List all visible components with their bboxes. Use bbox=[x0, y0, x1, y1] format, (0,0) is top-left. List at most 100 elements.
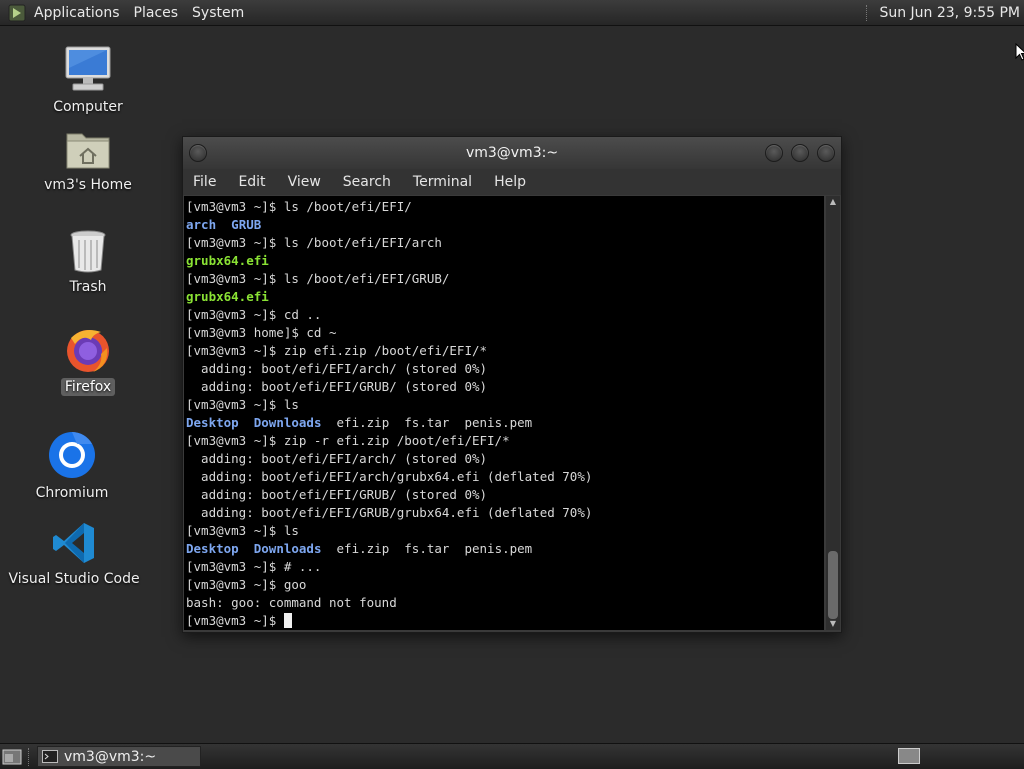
desktop-icon-label: Chromium bbox=[35, 485, 109, 501]
terminal-line: Desktop Downloads efi.zip fs.tar penis.p… bbox=[186, 540, 822, 558]
home-folder-icon bbox=[66, 133, 110, 169]
terminal-text-segment: [vm3@vm3 ~]$ ls bbox=[186, 397, 299, 412]
close-button[interactable] bbox=[817, 144, 835, 162]
menu-edit[interactable]: Edit bbox=[238, 174, 265, 190]
terminal-line: grubx64.efi bbox=[186, 252, 822, 270]
terminal-line: bash: goo: command not found bbox=[186, 594, 822, 612]
window-title: vm3@vm3:~ bbox=[465, 145, 559, 161]
menu-file[interactable]: File bbox=[193, 174, 216, 190]
terminal-line: adding: boot/efi/EFI/arch/ (stored 0%) bbox=[186, 360, 822, 378]
terminal-line: adding: boot/efi/EFI/GRUB/ (stored 0%) bbox=[186, 378, 822, 396]
scrollbar-thumb[interactable] bbox=[828, 551, 838, 619]
terminal-text: [vm3@vm3 ~]$ ls /boot/efi/EFI/arch GRUB[… bbox=[184, 196, 824, 630]
desktop-icon-firefox[interactable]: Firefox bbox=[28, 326, 148, 396]
directory-entry: arch bbox=[186, 217, 217, 232]
terminal-line: [vm3@vm3 ~]$ ls /boot/efi/EFI/ bbox=[186, 198, 822, 216]
desktop-icon-label: Computer bbox=[53, 99, 123, 115]
menu-search[interactable]: Search bbox=[343, 174, 391, 190]
terminal-text-segment: [vm3@vm3 ~]$ ls /boot/efi/EFI/arch bbox=[186, 235, 442, 250]
terminal-line: [vm3@vm3 ~]$ ls bbox=[186, 522, 822, 540]
terminal-line: [vm3@vm3 ~]$ cd .. bbox=[186, 306, 822, 324]
chromium-icon bbox=[49, 432, 95, 478]
terminal-text-segment: adding: boot/efi/EFI/GRUB/grubx64.efi (d… bbox=[186, 505, 593, 520]
terminal-text-segment: [vm3@vm3 ~]$ bbox=[186, 613, 284, 628]
terminal-text-segment: [vm3@vm3 ~]$ cd .. bbox=[186, 307, 322, 322]
terminal-text-segment: adding: boot/efi/EFI/GRUB/ (stored 0%) bbox=[186, 487, 488, 502]
desktop-icon-computer[interactable]: Computer bbox=[28, 44, 148, 116]
clock[interactable]: Sun Jun 23, 9:55 PM bbox=[879, 5, 1020, 21]
directory-entry: GRUB bbox=[231, 217, 262, 232]
maximize-button[interactable] bbox=[791, 144, 809, 162]
terminal-text-segment: efi.zip fs.tar penis.pem bbox=[321, 541, 533, 556]
scroll-down-arrow-icon[interactable]: ▼ bbox=[826, 618, 840, 630]
terminal-line: [vm3@vm3 ~]$ zip efi.zip /boot/efi/EFI/* bbox=[186, 342, 822, 360]
terminal-text-segment: [vm3@vm3 ~]$ # ... bbox=[186, 559, 322, 574]
terminal-line: adding: boot/efi/EFI/arch/grubx64.efi (d… bbox=[186, 468, 822, 486]
terminal-text-segment: adding: boot/efi/EFI/arch/ (stored 0%) bbox=[186, 361, 488, 376]
window-menubar: File Edit View Search Terminal Help bbox=[183, 169, 841, 195]
terminal-line: [vm3@vm3 ~]$ bbox=[186, 612, 822, 630]
computer-icon bbox=[65, 46, 111, 91]
terminal-text-segment: [vm3@vm3 ~]$ zip -r efi.zip /boot/efi/EF… bbox=[186, 433, 510, 448]
window-titlebar[interactable]: vm3@vm3:~ bbox=[183, 137, 841, 169]
terminal-text-segment: adding: boot/efi/EFI/arch/grubx64.efi (d… bbox=[186, 469, 593, 484]
desktop-icon-vscode[interactable]: Visual Studio Code bbox=[8, 520, 140, 588]
terminal-scrollbar[interactable]: ▲ ▼ bbox=[826, 196, 840, 630]
top-panel: Applications Places System Sun Jun 23, 9… bbox=[0, 0, 1024, 26]
taskbar-button-label: vm3@vm3:~ bbox=[64, 748, 157, 765]
terminal-window[interactable]: vm3@vm3:~ File Edit View Search Terminal… bbox=[182, 136, 842, 633]
terminal-cursor bbox=[283, 613, 292, 628]
terminal-line: [vm3@vm3 ~]$ zip -r efi.zip /boot/efi/EF… bbox=[186, 432, 822, 450]
desktop-icon-chromium[interactable]: Chromium bbox=[12, 430, 132, 502]
window-menu-button[interactable] bbox=[189, 144, 207, 162]
terminal-text-segment: [vm3@vm3 ~]$ zip efi.zip /boot/efi/EFI/* bbox=[186, 343, 488, 358]
workspace-switcher[interactable] bbox=[898, 748, 920, 764]
terminal-text-segment: adding: boot/efi/EFI/GRUB/ (stored 0%) bbox=[186, 379, 488, 394]
terminal-line: [vm3@vm3 home]$ cd ~ bbox=[186, 324, 822, 342]
menu-help[interactable]: Help bbox=[494, 174, 526, 190]
terminal-text-segment: [vm3@vm3 home]$ cd ~ bbox=[186, 325, 337, 340]
terminal-text-segment: [vm3@vm3 ~]$ ls /boot/efi/EFI/ bbox=[186, 199, 412, 214]
terminal-text-segment: [vm3@vm3 ~]$ ls bbox=[186, 523, 299, 538]
terminal-text-segment: efi.zip fs.tar penis.pem bbox=[321, 415, 533, 430]
trash-icon bbox=[70, 230, 106, 273]
terminal-line: [vm3@vm3 ~]$ goo bbox=[186, 576, 822, 594]
terminal-text-segment: [vm3@vm3 ~]$ goo bbox=[186, 577, 307, 592]
terminal-line: adding: boot/efi/EFI/GRUB/grubx64.efi (d… bbox=[186, 504, 822, 522]
menu-applications[interactable]: Applications bbox=[34, 5, 120, 21]
taskbar-button-terminal[interactable]: vm3@vm3:~ bbox=[37, 746, 201, 767]
desktop-icon-label: Firefox bbox=[60, 378, 116, 396]
terminal-line: Desktop Downloads efi.zip fs.tar penis.p… bbox=[186, 414, 822, 432]
terminal-line: [vm3@vm3 ~]$ # ... bbox=[186, 558, 822, 576]
desktop-icon-trash[interactable]: Trash bbox=[28, 228, 148, 296]
desktop-icon-label: Trash bbox=[69, 279, 107, 295]
panel-separator bbox=[866, 4, 869, 21]
desktop-icon-label: vm3's Home bbox=[44, 177, 132, 193]
mouse-pointer-icon bbox=[1015, 43, 1024, 61]
panel-separator bbox=[28, 747, 31, 766]
terminal-output[interactable]: [vm3@vm3 ~]$ ls /boot/efi/EFI/arch GRUB[… bbox=[184, 196, 824, 630]
terminal-text-segment: bash: goo: command not found bbox=[186, 595, 397, 610]
minimize-button[interactable] bbox=[765, 144, 783, 162]
directory-entry: Desktop bbox=[186, 415, 239, 430]
terminal-line: grubx64.efi bbox=[186, 288, 822, 306]
menu-view[interactable]: View bbox=[288, 174, 321, 190]
firefox-icon bbox=[67, 330, 109, 372]
executable-entry: grubx64.efi bbox=[186, 253, 269, 268]
terminal-line: adding: boot/efi/EFI/GRUB/ (stored 0%) bbox=[186, 486, 822, 504]
terminal-line: [vm3@vm3 ~]$ ls bbox=[186, 396, 822, 414]
terminal-line: arch GRUB bbox=[186, 216, 822, 234]
terminal-line: adding: boot/efi/EFI/arch/ (stored 0%) bbox=[186, 450, 822, 468]
menu-places[interactable]: Places bbox=[134, 5, 179, 21]
directory-entry: Downloads bbox=[253, 415, 322, 430]
desktop-icon-home[interactable]: vm3's Home bbox=[28, 128, 148, 194]
scroll-up-arrow-icon[interactable]: ▲ bbox=[826, 196, 840, 208]
menu-terminal[interactable]: Terminal bbox=[413, 174, 472, 190]
menu-system[interactable]: System bbox=[192, 5, 244, 21]
show-desktop-icon[interactable] bbox=[2, 748, 22, 766]
terminal-text-segment: adding: boot/efi/EFI/arch/ (stored 0%) bbox=[186, 451, 488, 466]
applications-menu-icon[interactable] bbox=[8, 4, 26, 22]
